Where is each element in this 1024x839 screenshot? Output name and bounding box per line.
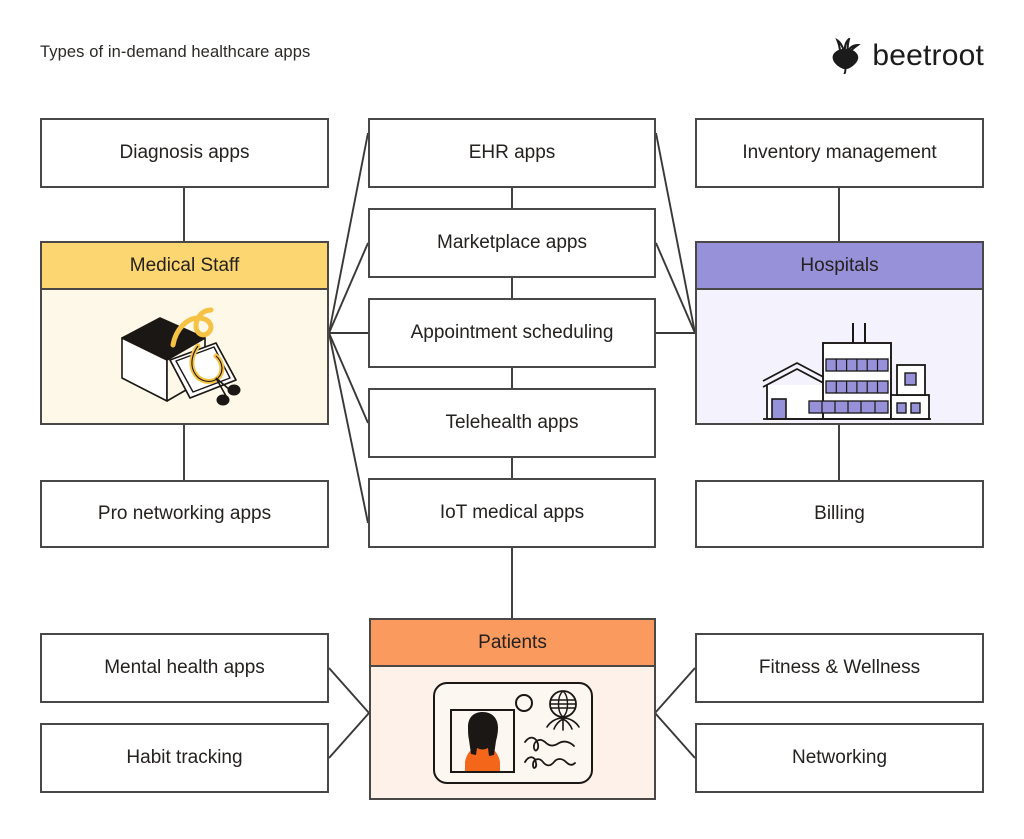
node-label: Networking <box>791 746 888 768</box>
node-ehr-apps[interactable]: EHR apps <box>368 118 656 188</box>
node-label: Diagnosis apps <box>119 141 250 163</box>
node-inventory-management[interactable]: Inventory management <box>695 118 984 188</box>
link-fitness-patients <box>654 667 696 714</box>
brand-name: beetroot <box>872 39 984 72</box>
node-pro-networking-apps[interactable]: Pro networking apps <box>40 480 329 548</box>
node-label: Billing <box>814 502 865 524</box>
link-medicalstaff-iot <box>328 332 369 524</box>
hospital-building-icon <box>762 323 931 420</box>
diagram-canvas: Types of in-demand healthcare apps beetr… <box>0 0 1024 839</box>
entity-hospitals[interactable]: Hospitals <box>695 241 984 425</box>
node-label: EHR apps <box>468 141 556 163</box>
node-label: IoT medical apps <box>439 501 585 523</box>
node-billing[interactable]: Billing <box>695 480 984 548</box>
link-medicalstaff-ehr <box>328 132 369 334</box>
node-networking[interactable]: Networking <box>695 723 984 793</box>
patient-id-card-icon <box>432 681 593 784</box>
node-diagnosis-apps[interactable]: Diagnosis apps <box>40 118 329 188</box>
node-label: Telehealth apps <box>445 411 579 433</box>
link-networking-patients <box>654 712 696 759</box>
node-marketplace-apps[interactable]: Marketplace apps <box>368 208 656 278</box>
entity-patients[interactable]: Patients <box>369 618 656 800</box>
node-appointment-scheduling[interactable]: Appointment scheduling <box>368 298 656 368</box>
box-book-stethoscope-icon <box>120 307 240 405</box>
link-medicalstaff-telehealth <box>328 332 369 424</box>
node-fitness-wellness[interactable]: Fitness & Wellness <box>695 633 984 703</box>
node-mental-health-apps[interactable]: Mental health apps <box>40 633 329 703</box>
node-iot-medical-apps[interactable]: IoT medical apps <box>368 478 656 548</box>
brand-logo: beetroot <box>829 38 984 74</box>
entity-illustration-area <box>42 290 327 423</box>
link-mentalhealth-patients <box>328 667 370 714</box>
page-title: Types of in-demand healthcare apps <box>40 43 311 61</box>
node-label: Inventory management <box>742 141 937 163</box>
node-label: Mental health apps <box>104 656 265 678</box>
entity-header: Patients <box>371 620 654 667</box>
entity-illustration-area <box>697 290 982 423</box>
link-medicalstaff-marketplace <box>328 242 369 334</box>
node-habit-tracking[interactable]: Habit tracking <box>40 723 329 793</box>
node-label: Appointment scheduling <box>410 321 614 343</box>
node-label: Fitness & Wellness <box>758 656 921 678</box>
link-marketplace-hospitals <box>655 242 696 334</box>
node-label: Pro networking apps <box>97 502 272 524</box>
node-telehealth-apps[interactable]: Telehealth apps <box>368 388 656 458</box>
link-ehr-hospitals <box>655 132 696 334</box>
node-label: Habit tracking <box>126 746 243 768</box>
entity-medical-staff[interactable]: Medical Staff <box>40 241 329 425</box>
node-label: Marketplace apps <box>437 231 587 253</box>
entity-header: Hospitals <box>697 243 982 290</box>
beetroot-icon <box>832 38 862 74</box>
entity-illustration-area <box>371 667 654 798</box>
entity-header: Medical Staff <box>42 243 327 290</box>
link-habittracking-patients <box>328 712 370 759</box>
